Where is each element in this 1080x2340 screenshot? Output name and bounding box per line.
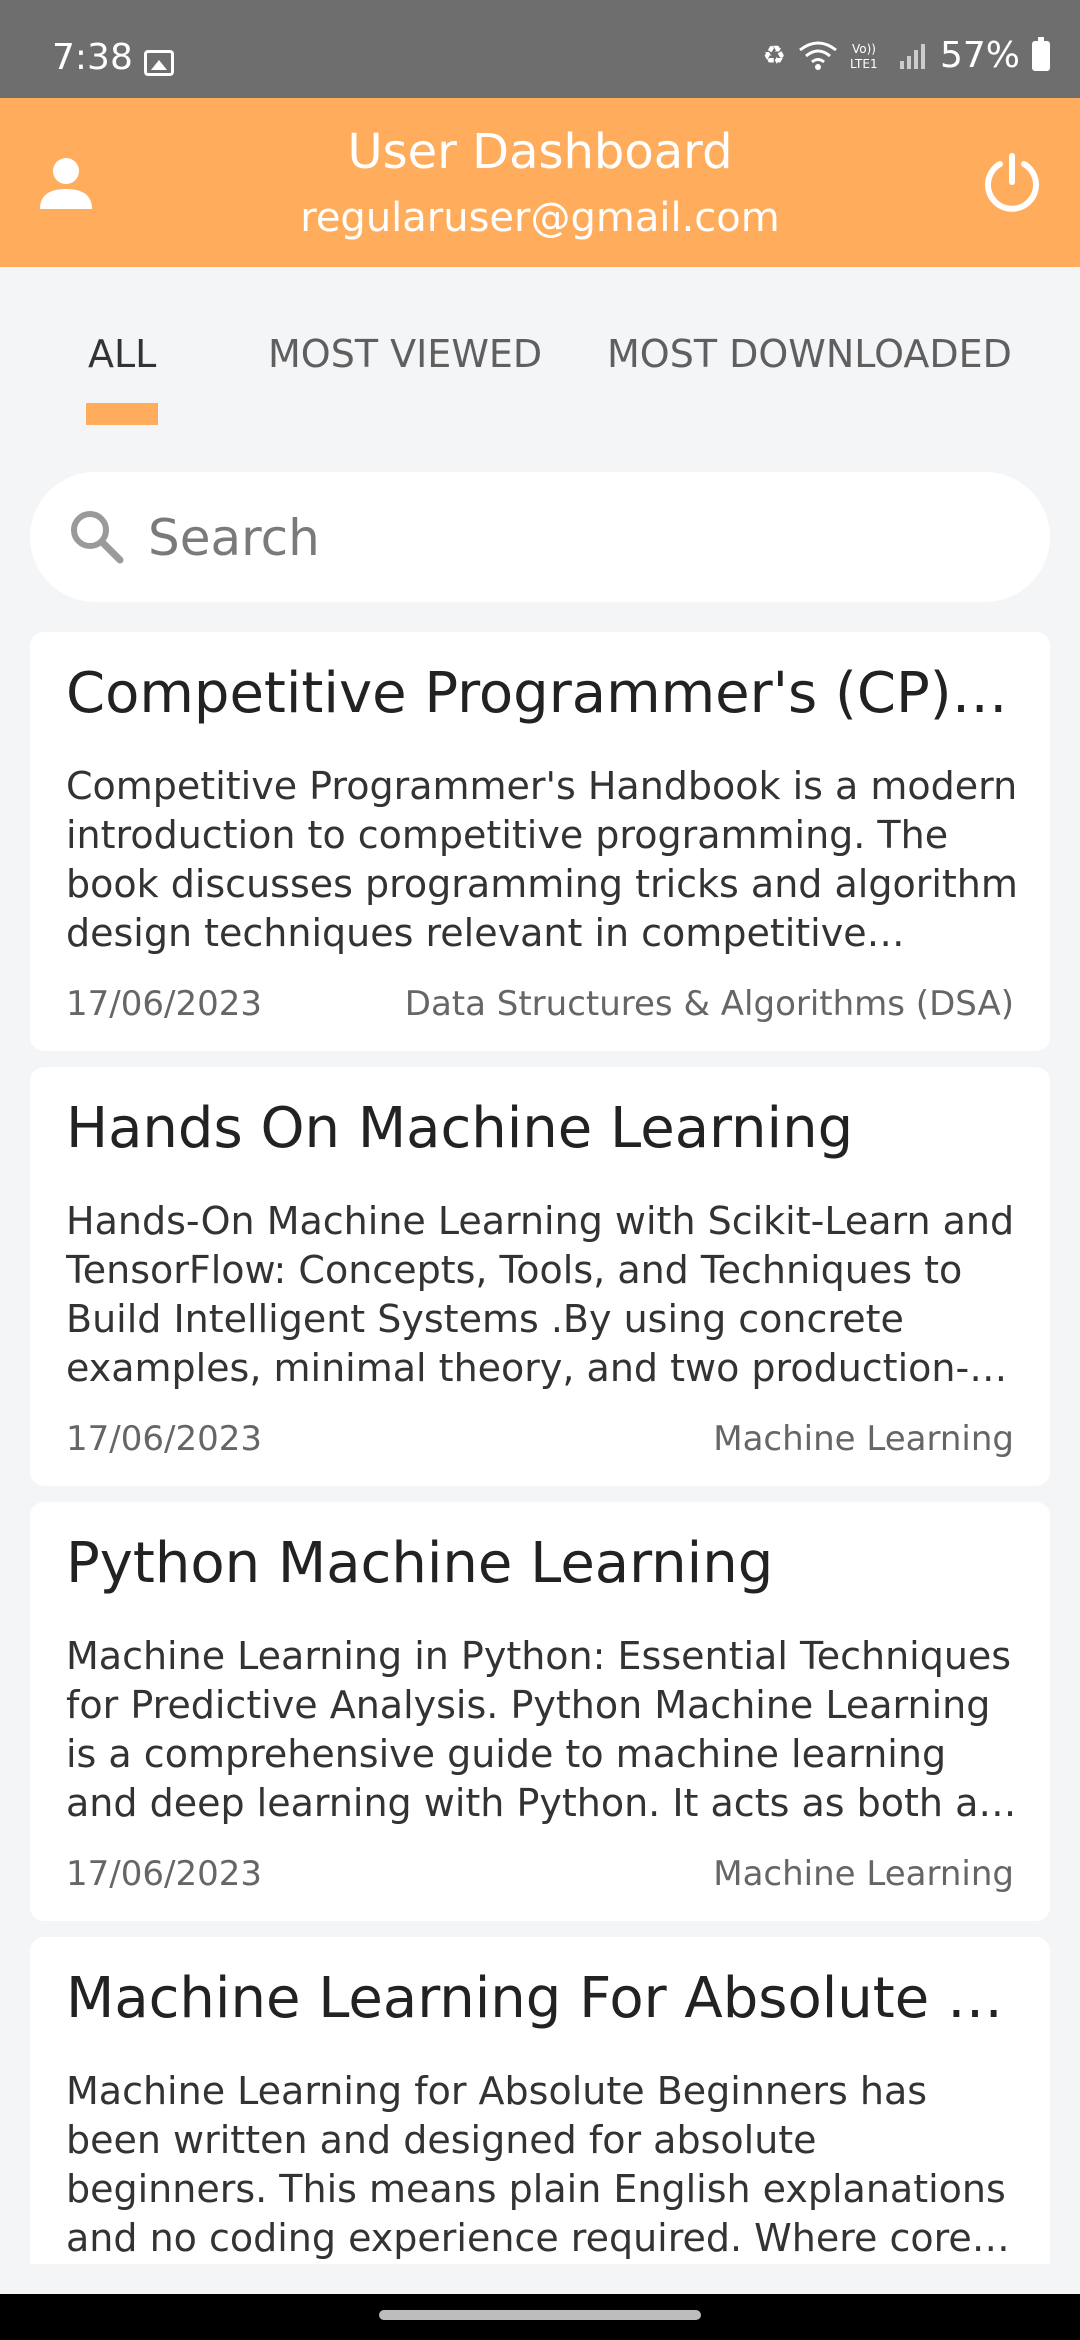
tab-most-downloaded[interactable]: MOST DOWNLOADED	[607, 332, 1012, 378]
search-bar[interactable]	[30, 472, 1050, 602]
battery-percent: 57%	[939, 35, 1020, 76]
book-title: Python Machine Learning	[66, 1531, 774, 1596]
book-card[interactable]: Machine Learning For Absolute Beginners …	[30, 1937, 1050, 2264]
book-description: Hands-On Machine Learning with Scikit-Le…	[66, 1199, 1015, 1390]
book-title: Machine Learning For Absolute Beginners	[66, 1966, 1020, 2031]
tab-most-viewed[interactable]: MOST VIEWED	[268, 332, 542, 378]
status-time: 7:38	[52, 37, 133, 78]
active-tab-indicator	[86, 403, 158, 425]
book-card[interactable]: Competitive Programmer's (CP) Handbook C…	[30, 632, 1050, 1051]
book-description: Machine Learning for Absolute Beginners …	[66, 2069, 1006, 2260]
book-title: Hands On Machine Learning	[66, 1096, 854, 1161]
book-category: Machine Learning	[713, 1854, 1014, 1894]
status-icons: ♻ Vo)) LTE1 57%	[762, 35, 1050, 76]
book-description: Competitive Programmer's Handbook is a m…	[66, 764, 1018, 955]
battery-icon	[1032, 37, 1050, 71]
book-category: Machine Learning	[713, 1419, 1014, 1459]
book-date: 17/06/2023	[66, 984, 262, 1024]
tab-bar: ALL MOST VIEWED MOST DOWNLOADED	[0, 267, 1080, 447]
user-email: regularuser@gmail.com	[300, 195, 780, 241]
wifi-icon	[799, 41, 837, 70]
svg-text:Vo)): Vo))	[852, 42, 876, 56]
book-card[interactable]: Hands On Machine Learning Hands-On Machi…	[30, 1067, 1050, 1486]
gallery-icon	[144, 50, 174, 76]
system-nav-bar	[0, 2294, 1080, 2340]
book-category: Data Structures & Algorithms (DSA)	[404, 984, 1014, 1024]
book-title: Competitive Programmer's (CP) Handbook	[66, 661, 1020, 726]
recycle-icon: ♻	[762, 41, 786, 71]
search-input[interactable]	[146, 502, 1010, 574]
book-card[interactable]: Python Machine Learning Machine Learning…	[30, 1502, 1050, 1921]
tab-all[interactable]: ALL	[88, 332, 156, 378]
home-gesture-handle[interactable]	[379, 2310, 701, 2320]
page-title: User Dashboard	[347, 124, 733, 180]
volte-icon: Vo)) LTE1	[850, 42, 878, 71]
signal-icon	[899, 44, 925, 69]
book-description: Machine Learning in Python: Essential Te…	[66, 1634, 1012, 1825]
book-date: 17/06/2023	[66, 1854, 262, 1894]
app-header: User Dashboard regularuser@gmail.com	[0, 98, 1080, 267]
book-date: 17/06/2023	[66, 1419, 262, 1459]
power-icon[interactable]	[980, 150, 1044, 214]
svg-text:LTE1: LTE1	[850, 57, 878, 71]
search-icon	[71, 511, 124, 564]
status-bar: 7:38 ♻ Vo)) LTE1 57%	[0, 0, 1080, 98]
book-list: Competitive Programmer's (CP) Handbook C…	[30, 632, 1050, 2264]
